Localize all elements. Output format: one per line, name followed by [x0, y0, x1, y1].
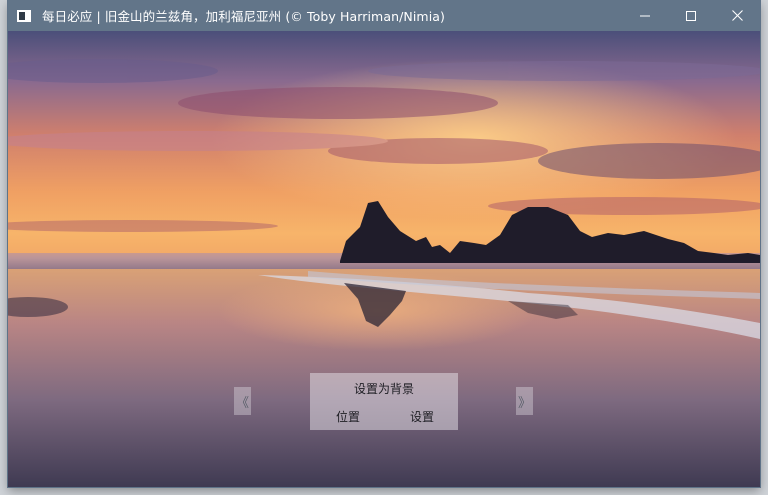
wallpaper-view: 《 》 设置为背景 位置 设置 — [8, 31, 760, 487]
next-image-button[interactable]: 》 — [516, 387, 533, 415]
previous-label: 《 — [235, 395, 249, 411]
previous-image-button[interactable]: 《 — [234, 387, 251, 415]
location-button[interactable]: 位置 — [336, 408, 360, 425]
maximize-icon — [686, 10, 696, 21]
title-bar[interactable]: 每日必应 | 旧金山的兰兹角，加利福尼亚州 (© Toby Harriman/N… — [8, 0, 760, 31]
set-as-background-button[interactable]: 设置为背景 — [310, 380, 458, 397]
minimize-button[interactable] — [622, 0, 668, 31]
window-title: 每日必应 | 旧金山的兰兹角，加利福尼亚州 (© Toby Harriman/N… — [42, 9, 446, 24]
close-icon — [731, 10, 743, 21]
next-label: 》 — [517, 395, 531, 411]
app-window: 每日必应 | 旧金山的兰兹角，加利福尼亚州 (© Toby Harriman/N… — [8, 0, 760, 487]
minimize-icon — [640, 11, 650, 21]
settings-button[interactable]: 设置 — [410, 408, 434, 425]
close-button[interactable] — [714, 0, 760, 31]
app-window-icon — [16, 8, 32, 24]
maximize-button[interactable] — [668, 0, 714, 31]
action-panel: 设置为背景 位置 设置 — [310, 373, 458, 430]
